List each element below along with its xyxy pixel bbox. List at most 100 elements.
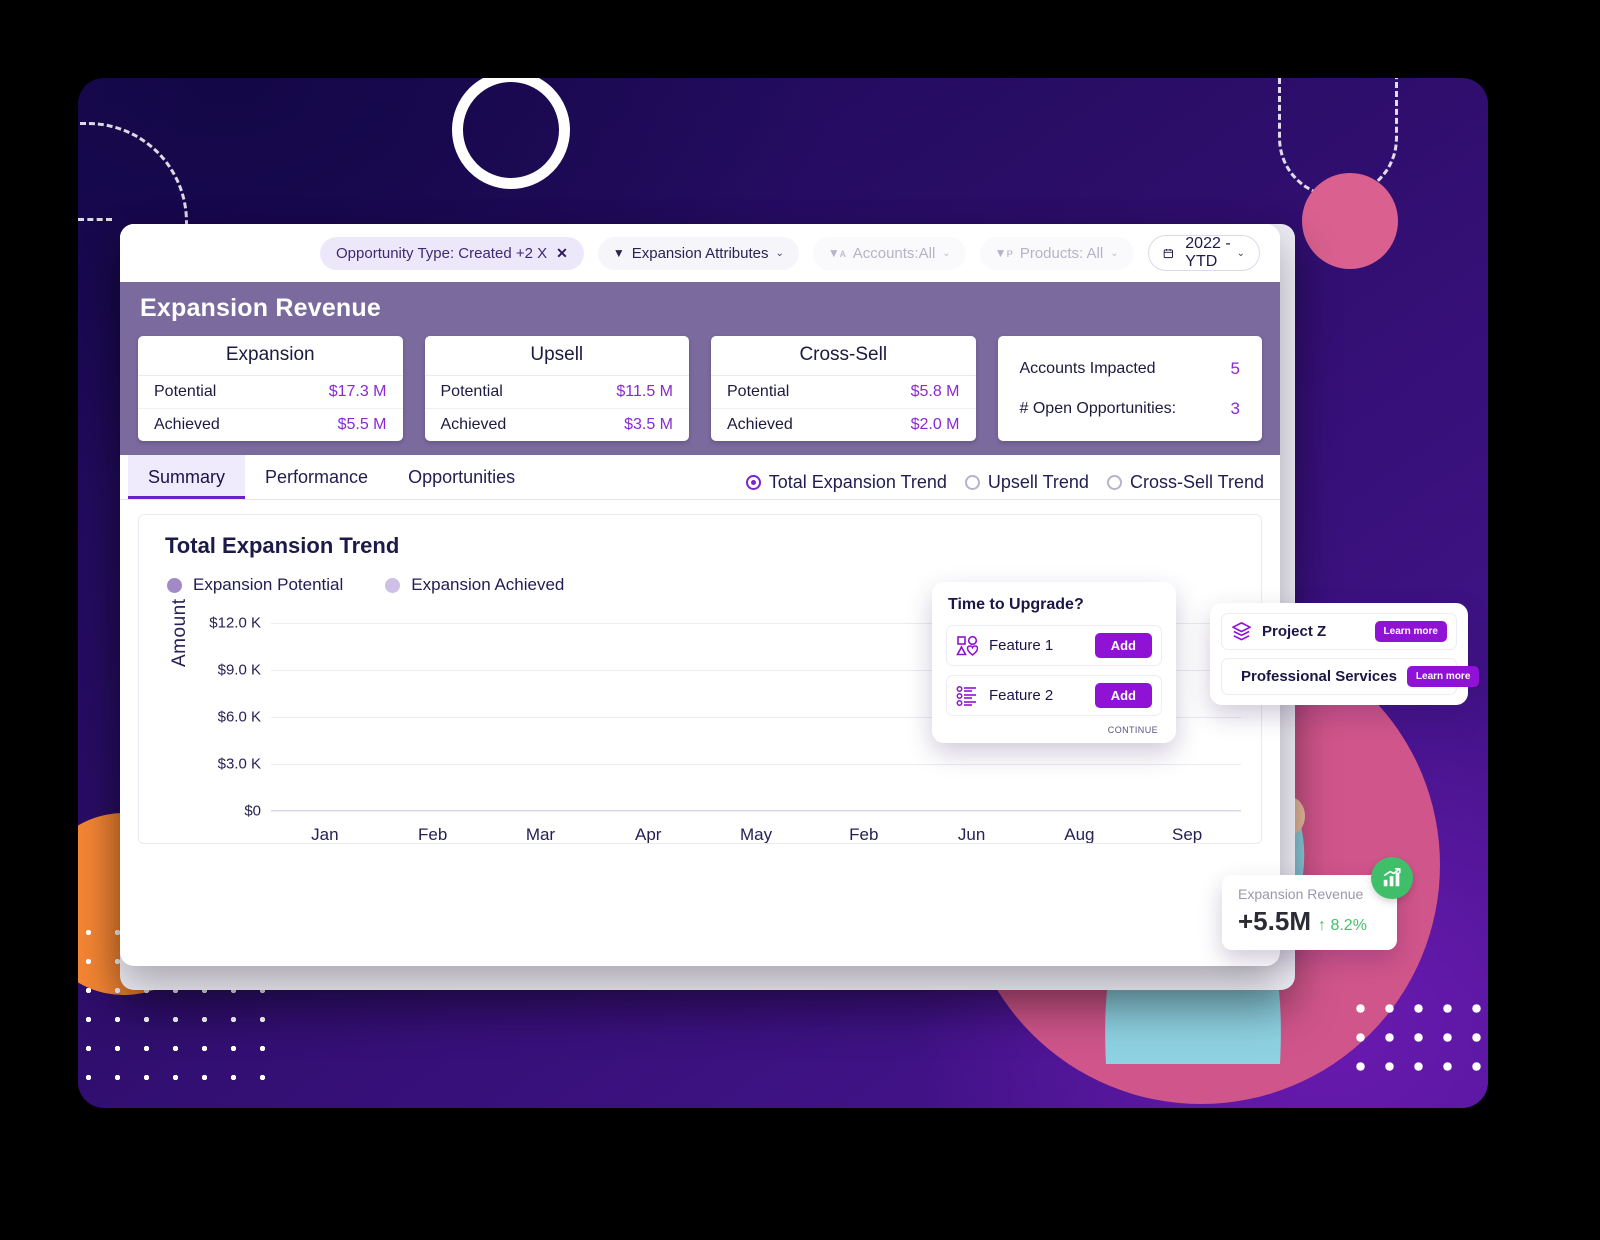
close-icon[interactable]: ✕ xyxy=(556,245,568,262)
legend-item-expansion-potential: Expansion Potential xyxy=(167,575,343,595)
filter-accounts-label: Accounts:All xyxy=(852,244,936,262)
project-name: Professional Services xyxy=(1241,668,1397,685)
x-axis-tick-label: Jun xyxy=(957,825,986,844)
grid-line: $3.0 K xyxy=(218,756,1241,773)
x-axis-tick-label: Apr xyxy=(635,825,662,844)
kpi-row-value: $5.8 M xyxy=(910,383,960,400)
radio-cross-sell-trend[interactable]: Cross-Sell Trend xyxy=(1106,472,1264,493)
x-axis-tick-label: Sep xyxy=(1172,825,1203,844)
learn-more-button[interactable]: Learn more xyxy=(1374,621,1447,642)
calendar-icon xyxy=(1163,248,1173,258)
chevron-down-icon: ⌄ xyxy=(1236,247,1245,259)
date-range-select[interactable]: 2022 - YTD ⌄ xyxy=(1147,235,1260,271)
radio-indicator[interactable] xyxy=(964,475,980,490)
project-row: Project Z Learn more xyxy=(1221,613,1457,650)
x-axis-tick-label: Mar xyxy=(525,825,556,844)
kpi-row: Potential $5.8 M xyxy=(711,376,976,409)
date-range-value: 2022 - YTD xyxy=(1185,235,1231,270)
filter-products[interactable]: ▼ᴘ Products: All ⌄ xyxy=(979,236,1134,270)
x-axis-tick-label: Feb xyxy=(418,825,448,844)
continue-link[interactable]: CONTINUE xyxy=(946,725,1162,735)
legend-swatch xyxy=(167,577,182,593)
bar-chart-up-icon xyxy=(1371,857,1413,899)
kpi-row-value: $3.5 M xyxy=(624,416,673,433)
trend-radio-group: Total Expansion Trend Upsell Trend Cross… xyxy=(745,472,1264,499)
revenue-badge-title: Expansion Revenue xyxy=(1238,886,1364,902)
kpi-row-value: $2.0 M xyxy=(910,416,960,433)
kpi-row: Achieved $3.5 M xyxy=(425,409,690,441)
revenue-badge: Expansion Revenue +5.5M ↑ 8.2% xyxy=(1222,857,1413,950)
kpi-card-expansion: Expansion Potential $17.3 M Achieved $5.… xyxy=(138,336,403,441)
kpi-row-value: 3 xyxy=(1230,398,1240,418)
kpi-title: Cross-Sell xyxy=(711,336,976,376)
kpi-row-value: $11.5 M xyxy=(616,383,673,400)
decorative-circle-pink-small xyxy=(1302,173,1398,269)
chart-title: Total Expansion Trend xyxy=(165,533,400,558)
kpi-card-accounts-impacted: Accounts Impacted 5 # Open Opportunities… xyxy=(997,336,1263,441)
kpi-row: # Open Opportunities: 3 xyxy=(998,389,1263,429)
kpi-title: Upsell xyxy=(424,336,689,376)
learn-more-button[interactable]: Learn more xyxy=(1406,666,1480,687)
layers-icon xyxy=(1232,622,1251,641)
radio-upsell-trend[interactable]: Upsell Trend xyxy=(964,472,1089,493)
kpi-card-upsell: Upsell Potential $11.5 M Achieved $3.5 M xyxy=(424,336,690,441)
radio-label: Upsell Trend xyxy=(987,472,1089,492)
kpi-row-value: $17.3 M xyxy=(328,383,387,400)
page-title: Expansion Revenue xyxy=(140,294,381,322)
screenshot-root: Opportunity Type: Created +2 X ✕ ▼ Expan… xyxy=(0,0,1600,1240)
radio-indicator[interactable] xyxy=(1106,475,1122,490)
y-axis-tick-label: $6.0 K xyxy=(217,708,261,726)
y-axis-tick-label: $0 xyxy=(244,802,261,820)
x-axis-tick-label: Jan xyxy=(311,825,339,844)
y-axis-tick-label: $9.0 K xyxy=(217,661,261,679)
expansion-revenue-header: Expansion Revenue Expansion Potential $1… xyxy=(120,282,1280,455)
tab-label: Opportunities xyxy=(408,466,516,487)
filter-chip-opportunity-type[interactable]: Opportunity Type: Created +2 X ✕ xyxy=(320,236,584,270)
y-axis-tick-label: $12.0 K xyxy=(209,614,261,632)
project-row: Professional Services Learn more xyxy=(1221,658,1480,695)
tab-summary[interactable]: Summary xyxy=(128,455,246,499)
chevron-down-icon: ⌄ xyxy=(942,247,951,259)
chevron-down-icon: ⌄ xyxy=(1110,247,1119,259)
tab-opportunities[interactable]: Opportunities xyxy=(388,455,535,499)
decorative-dots-bottom-right xyxy=(1346,994,1486,1086)
radio-total-expansion-trend[interactable]: Total Expansion Trend xyxy=(745,472,947,493)
kpi-row: Potential $17.3 M xyxy=(138,376,403,409)
radio-label: Total Expansion Trend xyxy=(768,472,947,492)
kpi-title: Expansion xyxy=(138,336,403,376)
filter-chip-label: Opportunity Type: Created +2 X xyxy=(336,244,548,262)
tab-label: Summary xyxy=(148,466,226,487)
filter-expansion-attributes[interactable]: ▼ Expansion Attributes ⌄ xyxy=(597,236,799,270)
filter-accounts[interactable]: ▼ᴀ Accounts:All ⌄ xyxy=(812,236,966,270)
kpi-row-label: Potential xyxy=(440,383,503,400)
grid-line: $0 xyxy=(244,803,1241,820)
kpi-row: Achieved $5.5 M xyxy=(138,409,403,441)
chevron-down-icon: ⌄ xyxy=(775,247,784,259)
decorative-dashed-line-left xyxy=(78,218,112,224)
x-axis-labels: Jan Feb Mar Apr May Feb Jun Aug Sep xyxy=(271,825,1241,844)
radio-indicator-selected[interactable] xyxy=(745,475,761,490)
x-axis-tick-label: May xyxy=(739,825,773,844)
tab-performance[interactable]: Performance xyxy=(245,455,388,499)
kpi-row-label: Achieved xyxy=(727,416,793,433)
kpi-row: Achieved $2.0 M xyxy=(711,409,976,441)
kpi-row-label: Potential xyxy=(727,383,790,400)
project-name: Project Z xyxy=(1262,623,1327,640)
legend-item-expansion-achieved: Expansion Achieved xyxy=(385,575,564,595)
list-icon xyxy=(956,685,976,706)
kpi-row-value: 5 xyxy=(1230,358,1240,378)
legend-label: Expansion Achieved xyxy=(411,575,565,594)
filter-expansion-attributes-label: Expansion Attributes xyxy=(631,244,769,262)
filter-bar: Opportunity Type: Created +2 X ✕ ▼ Expan… xyxy=(120,224,1280,282)
upgrade-card: Time to Upgrade? Feature 1 Add Feature 2… xyxy=(932,582,1176,743)
tabs-and-trend-selector: Summary Performance Opportunities Total … xyxy=(120,455,1280,500)
upgrade-card-title: Time to Upgrade? xyxy=(948,596,1084,613)
add-button[interactable]: Add xyxy=(1094,633,1152,658)
kpi-row-label: Potential xyxy=(154,383,217,400)
y-axis-tick-label: $3.0 K xyxy=(217,755,261,773)
revenue-badge-value: +5.5M xyxy=(1238,906,1311,936)
kpi-card-cross-sell: Cross-Sell Potential $5.8 M Achieved $2.… xyxy=(711,336,976,441)
x-axis-tick-label: Feb xyxy=(849,825,879,844)
filter-products-label: Products: All xyxy=(1019,244,1104,262)
add-button[interactable]: Add xyxy=(1094,683,1152,708)
